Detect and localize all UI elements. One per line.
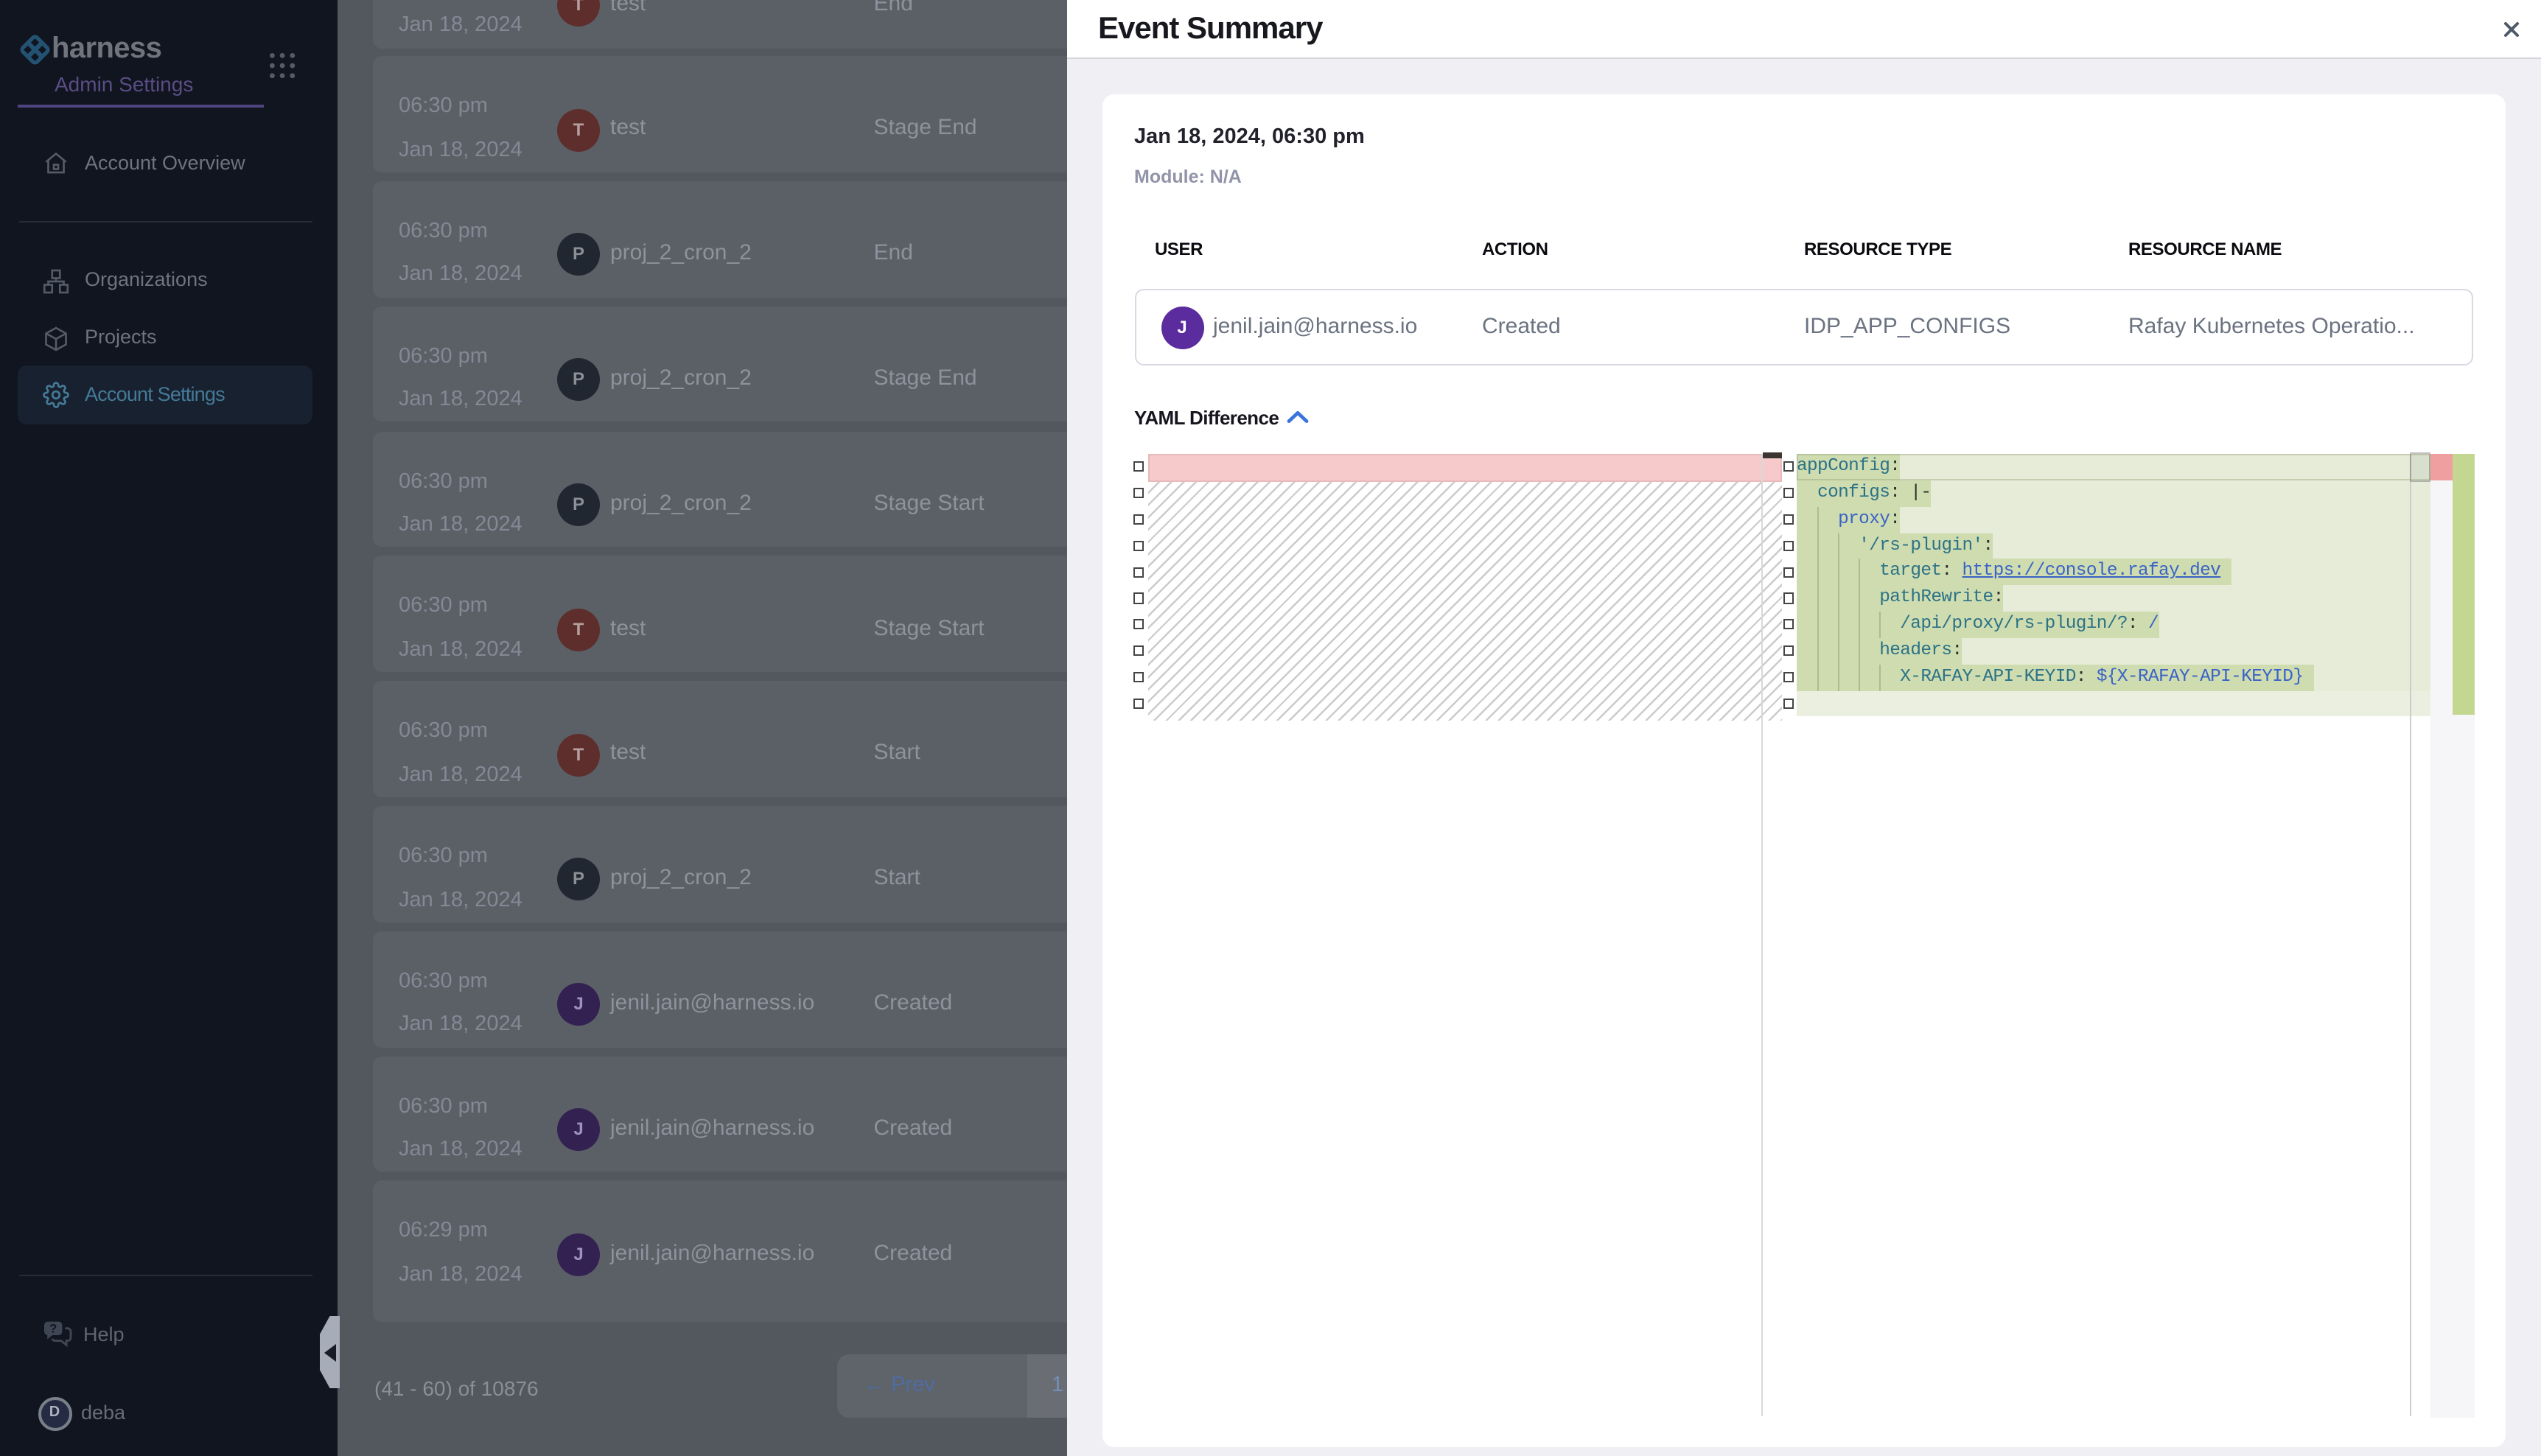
svg-text:?: ?	[49, 1321, 56, 1335]
